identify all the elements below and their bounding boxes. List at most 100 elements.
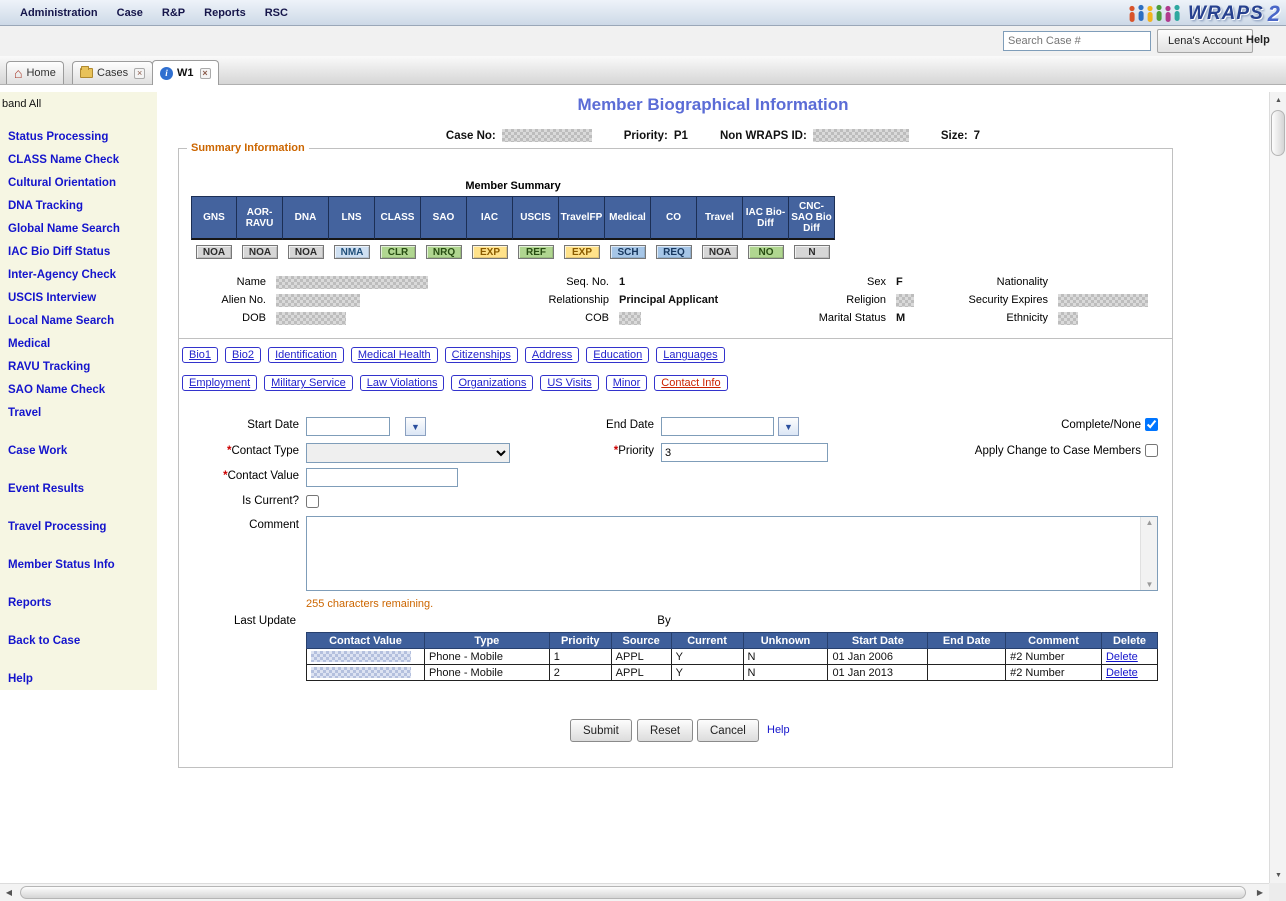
info-icon: i: [160, 67, 173, 80]
cell-type: Phone - Mobile: [424, 649, 549, 665]
tab-medical-health[interactable]: Medical Health: [351, 347, 438, 363]
reset-button[interactable]: Reset: [637, 719, 693, 742]
tab-organizations[interactable]: Organizations: [451, 375, 533, 391]
delete-link[interactable]: Delete: [1106, 651, 1138, 663]
sidebar-item-back-to-case[interactable]: Back to Case: [0, 630, 157, 653]
sidebar-item-member-status-info[interactable]: Member Status Info: [0, 554, 157, 577]
vertical-scrollbar-thumb[interactable]: [1271, 110, 1285, 156]
sidebar-item-local-name-search[interactable]: Local Name Search: [0, 310, 157, 333]
sidebar: band All Status Processing CLASS Name Ch…: [0, 92, 157, 690]
sidebar-item-dna-tracking[interactable]: DNA Tracking: [0, 195, 157, 218]
cob-label: COB: [538, 312, 609, 324]
comment-scrollbar[interactable]: ▲ ▼: [1140, 517, 1157, 590]
complete-none-checkbox[interactable]: [1145, 418, 1158, 431]
search-case-input[interactable]: [1003, 31, 1151, 51]
cell-type: Phone - Mobile: [424, 665, 549, 681]
sidebar-item-travel[interactable]: Travel: [0, 402, 157, 425]
help-menu[interactable]: Help: [1246, 34, 1270, 46]
menu-rsc[interactable]: RSC: [265, 7, 288, 19]
tab-identification[interactable]: Identification: [268, 347, 344, 363]
member-fields: Name Seq. No. 1 Sex F Nationality Alien …: [191, 273, 1163, 327]
submit-button[interactable]: Submit: [570, 719, 632, 742]
close-icon[interactable]: ×: [134, 68, 145, 79]
cell-end-date: [928, 649, 1006, 665]
tab-military-service[interactable]: Military Service: [264, 375, 353, 391]
tab-bio1[interactable]: Bio1: [182, 347, 218, 363]
summary-column-header: USCIS: [513, 196, 559, 240]
tab-w1[interactable]: i W1 ×: [152, 60, 219, 85]
status-badge: CLR: [380, 245, 416, 259]
cell-source: APPL: [611, 665, 671, 681]
tab-contact-info[interactable]: Contact Info: [654, 375, 727, 391]
priority-label: Priority:: [624, 130, 668, 142]
contact-value-redacted: [311, 667, 411, 678]
relationship-label: Relationship: [538, 294, 609, 306]
comment-textarea[interactable]: [307, 517, 1139, 590]
tab-employment[interactable]: Employment: [182, 375, 257, 391]
sidebar-item-case-work[interactable]: Case Work: [0, 440, 157, 463]
scroll-up-icon[interactable]: ▲: [1141, 518, 1158, 527]
sidebar-item-global-name-search[interactable]: Global Name Search: [0, 218, 157, 241]
account-button[interactable]: Lena's Account: [1157, 29, 1253, 53]
menu-administration[interactable]: Administration: [20, 7, 98, 19]
sidebar-item-ravu-tracking[interactable]: RAVU Tracking: [0, 356, 157, 379]
end-date-input[interactable]: [661, 417, 774, 436]
scrollbar-corner: [1269, 883, 1286, 901]
sidebar-item-cultural-orientation[interactable]: Cultural Orientation: [0, 172, 157, 195]
sidebar-item-status-processing[interactable]: Status Processing: [0, 126, 157, 149]
page-title: Member Biographical Information: [157, 95, 1269, 115]
contact-value-redacted: [311, 651, 411, 662]
sidebar-item-travel-processing[interactable]: Travel Processing: [0, 516, 157, 539]
is-current-checkbox[interactable]: [306, 495, 319, 508]
menu-rp[interactable]: R&P: [162, 7, 185, 19]
sidebar-bottom-links: Case Work Event Results Travel Processin…: [0, 440, 157, 691]
main-content: Member Biographical Information Case No:…: [157, 85, 1269, 883]
scroll-right-icon[interactable]: ▶: [1251, 884, 1269, 901]
tab-education[interactable]: Education: [586, 347, 649, 363]
name-value-redacted: [276, 276, 428, 289]
tab-languages[interactable]: Languages: [656, 347, 724, 363]
sidebar-item-event-results[interactable]: Event Results: [0, 478, 157, 501]
tab-bio2[interactable]: Bio2: [225, 347, 261, 363]
cob-value-redacted: [619, 312, 641, 325]
start-date-calendar-button[interactable]: ▼: [405, 417, 426, 436]
tab-us-visits[interactable]: US Visits: [540, 375, 598, 391]
close-icon[interactable]: ×: [200, 68, 211, 79]
sidebar-item-reports[interactable]: Reports: [0, 592, 157, 615]
contact-value-input[interactable]: [306, 468, 458, 487]
sidebar-item-inter-agency-check[interactable]: Inter-Agency Check: [0, 264, 157, 287]
tab-citizenships[interactable]: Citizenships: [445, 347, 518, 363]
help-link[interactable]: Help: [767, 724, 790, 736]
priority-input[interactable]: [661, 443, 828, 462]
sidebar-item-medical[interactable]: Medical: [0, 333, 157, 356]
col-current: Current: [671, 633, 743, 649]
scroll-down-icon[interactable]: ▼: [1270, 867, 1286, 883]
scroll-left-icon[interactable]: ◀: [0, 884, 18, 901]
tab-law-violations[interactable]: Law Violations: [360, 375, 445, 391]
end-date-calendar-button[interactable]: ▼: [778, 417, 799, 436]
tab-address[interactable]: Address: [525, 347, 579, 363]
apply-change-checkbox[interactable]: [1145, 444, 1158, 457]
sidebar-item-sao-name-check[interactable]: SAO Name Check: [0, 379, 157, 402]
sidebar-item-class-name-check[interactable]: CLASS Name Check: [0, 149, 157, 172]
cancel-button[interactable]: Cancel: [697, 719, 759, 742]
tab-cases[interactable]: Cases ×: [72, 61, 153, 84]
scroll-up-icon[interactable]: ▲: [1270, 92, 1286, 108]
tab-minor[interactable]: Minor: [606, 375, 648, 391]
sidebar-item-help[interactable]: Help: [0, 668, 157, 691]
marital-status-label: Marital Status: [796, 312, 886, 324]
sidebar-top-links: Status Processing CLASS Name Check Cultu…: [0, 110, 157, 425]
contact-type-select[interactable]: [306, 443, 510, 463]
sidebar-item-iac-bio-diff-status[interactable]: IAC Bio Diff Status: [0, 241, 157, 264]
status-badge: EXP: [472, 245, 508, 259]
menu-reports[interactable]: Reports: [204, 7, 246, 19]
tab-home[interactable]: ⌂ Home: [6, 61, 64, 84]
horizontal-scrollbar-thumb[interactable]: [20, 886, 1246, 899]
sidebar-expand-all[interactable]: band All: [0, 92, 157, 110]
contact-type-label: *Contact Type: [179, 445, 299, 457]
menu-case[interactable]: Case: [117, 7, 143, 19]
start-date-input[interactable]: [306, 417, 390, 436]
delete-link[interactable]: Delete: [1106, 667, 1138, 679]
sidebar-item-uscis-interview[interactable]: USCIS Interview: [0, 287, 157, 310]
scroll-down-icon[interactable]: ▼: [1141, 580, 1158, 589]
